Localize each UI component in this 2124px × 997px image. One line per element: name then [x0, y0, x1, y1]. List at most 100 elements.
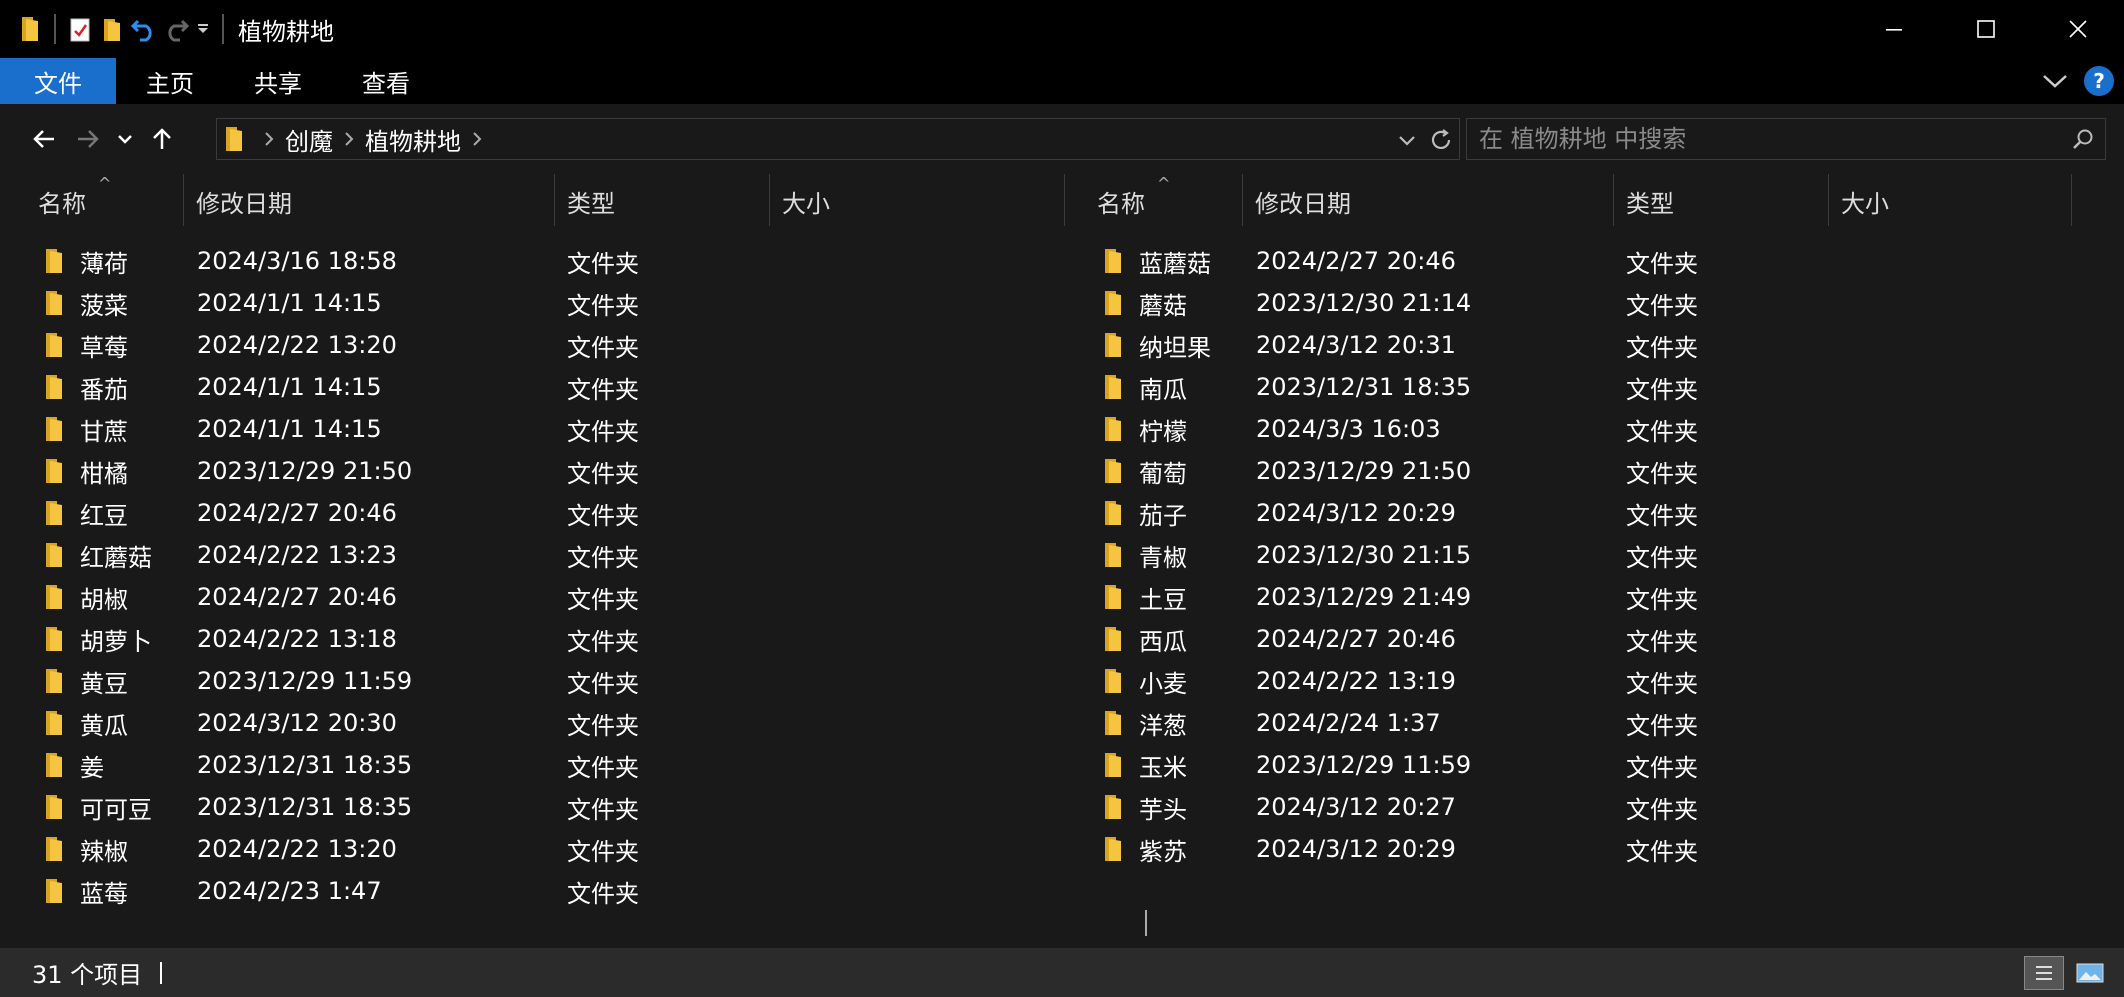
- chevron-right-icon[interactable]: [333, 131, 365, 147]
- file-row[interactable]: 胡萝卜 2024/2/22 13:18 文件夹: [37, 618, 1037, 660]
- redo-icon[interactable]: [160, 9, 192, 49]
- status-separator: [160, 961, 163, 984]
- file-row[interactable]: 红豆 2024/2/27 20:46 文件夹: [37, 492, 1037, 534]
- search-input[interactable]: [1467, 125, 2047, 153]
- file-row[interactable]: 可可豆 2023/12/31 18:35 文件夹: [37, 786, 1037, 828]
- expand-ribbon-button[interactable]: [2040, 66, 2070, 96]
- file-row[interactable]: 小麦 2024/2/22 13:19 文件夹: [1096, 660, 2096, 702]
- file-row[interactable]: 薄荷 2024/3/16 18:58 文件夹: [37, 240, 1037, 282]
- column-divider[interactable]: [1242, 174, 1243, 226]
- close-button[interactable]: [2032, 0, 2124, 58]
- file-row[interactable]: 茄子 2024/3/12 20:29 文件夹: [1096, 492, 2096, 534]
- file-row[interactable]: 甘蔗 2024/1/1 14:15 文件夹: [37, 408, 1037, 450]
- search-box[interactable]: [1466, 118, 2106, 160]
- file-row[interactable]: 蘑菇 2023/12/30 21:14 文件夹: [1096, 282, 2096, 324]
- column-header-name[interactable]: 名称: [1097, 174, 1145, 228]
- column-divider[interactable]: [1064, 174, 1065, 226]
- file-row[interactable]: 青椒 2023/12/30 21:15 文件夹: [1096, 534, 2096, 576]
- file-row[interactable]: 红蘑菇 2024/2/22 13:23 文件夹: [37, 534, 1037, 576]
- file-row[interactable]: 土豆 2023/12/29 21:49 文件夹: [1096, 576, 2096, 618]
- forward-button[interactable]: [66, 117, 110, 161]
- file-type: 文件夹: [1626, 627, 1698, 656]
- file-date: 2024/2/22 13:18: [197, 625, 397, 653]
- customize-toolbar-dropdown-icon[interactable]: [192, 9, 214, 49]
- file-row[interactable]: 蓝蘑菇 2024/2/27 20:46 文件夹: [1096, 240, 2096, 282]
- back-button[interactable]: [22, 117, 66, 161]
- column-divider[interactable]: [183, 174, 184, 226]
- address-history-button[interactable]: [1391, 134, 1423, 146]
- column-divider[interactable]: [2071, 174, 2072, 226]
- help-button[interactable]: ?: [2084, 66, 2114, 96]
- chevron-right-icon[interactable]: [461, 131, 493, 147]
- file-type: 文件夹: [1626, 501, 1698, 530]
- file-row[interactable]: 紫苏 2024/3/12 20:29 文件夹: [1096, 828, 2096, 870]
- file-row[interactable]: 柑橘 2023/12/29 21:50 文件夹: [37, 450, 1037, 492]
- folder-app-icon[interactable]: [14, 9, 46, 49]
- column-header-type[interactable]: 类型: [567, 174, 615, 228]
- file-type: 文件夹: [1626, 753, 1698, 782]
- file-date: 2023/12/29 11:59: [197, 667, 413, 695]
- column-header-date[interactable]: 修改日期: [196, 174, 292, 228]
- column-divider[interactable]: [554, 174, 555, 226]
- column-header-type[interactable]: 类型: [1626, 174, 1674, 228]
- file-row[interactable]: 姜 2023/12/31 18:35 文件夹: [37, 744, 1037, 786]
- recent-locations-button[interactable]: [110, 117, 140, 161]
- file-row[interactable]: 黄豆 2023/12/29 11:59 文件夹: [37, 660, 1037, 702]
- file-name: 柑橘: [80, 459, 128, 488]
- breadcrumb-item[interactable]: 创魔: [285, 122, 333, 157]
- tab-share[interactable]: 共享: [224, 58, 332, 104]
- refresh-button[interactable]: [1423, 128, 1459, 152]
- file-row[interactable]: 柠檬 2024/3/3 16:03 文件夹: [1096, 408, 2096, 450]
- folder-icon: [43, 282, 65, 324]
- column-header-size[interactable]: 大小: [1841, 174, 1889, 228]
- file-row[interactable]: 蓝莓 2024/2/23 1:47 文件夹: [37, 870, 1037, 912]
- column-divider[interactable]: [1613, 174, 1614, 226]
- large-icons-view-button[interactable]: [2070, 956, 2110, 990]
- details-view-button[interactable]: [2024, 956, 2064, 990]
- breadcrumb-item[interactable]: 植物耕地: [365, 122, 461, 157]
- file-name: 薄荷: [80, 249, 128, 278]
- file-type: 文件夹: [567, 249, 639, 278]
- file-type: 文件夹: [1626, 417, 1698, 446]
- new-folder-icon[interactable]: [96, 9, 128, 49]
- column-header-name[interactable]: 名称: [38, 174, 86, 228]
- column-header-size[interactable]: 大小: [782, 174, 830, 228]
- undo-icon[interactable]: [128, 9, 160, 49]
- maximize-button[interactable]: [1940, 0, 2032, 58]
- file-date: 2024/3/16 18:58: [197, 247, 397, 275]
- file-row[interactable]: 葡萄 2023/12/29 21:50 文件夹: [1096, 450, 2096, 492]
- file-row[interactable]: 菠菜 2024/1/1 14:15 文件夹: [37, 282, 1037, 324]
- search-icon[interactable]: [2071, 127, 2095, 155]
- tab-file[interactable]: 文件: [0, 58, 116, 104]
- file-date: 2024/2/27 20:46: [1256, 625, 1456, 653]
- file-row[interactable]: 玉米 2023/12/29 11:59 文件夹: [1096, 744, 2096, 786]
- file-row[interactable]: 胡椒 2024/2/27 20:46 文件夹: [37, 576, 1037, 618]
- file-type: 文件夹: [567, 459, 639, 488]
- file-row[interactable]: 西瓜 2024/2/27 20:46 文件夹: [1096, 618, 2096, 660]
- column-divider[interactable]: [1828, 174, 1829, 226]
- file-row[interactable]: 辣椒 2024/2/22 13:20 文件夹: [37, 828, 1037, 870]
- minimize-button[interactable]: [1848, 0, 1940, 58]
- file-row[interactable]: 南瓜 2023/12/31 18:35 文件夹: [1096, 366, 2096, 408]
- file-row[interactable]: 黄瓜 2024/3/12 20:30 文件夹: [37, 702, 1037, 744]
- file-type: 文件夹: [1626, 249, 1698, 278]
- tab-home[interactable]: 主页: [116, 58, 224, 104]
- properties-icon[interactable]: [64, 9, 96, 49]
- tab-view[interactable]: 查看: [332, 58, 440, 104]
- chevron-right-icon[interactable]: [253, 131, 285, 147]
- file-date: 2023/12/31 18:35: [1256, 373, 1472, 401]
- column-header-date[interactable]: 修改日期: [1255, 174, 1351, 228]
- file-row[interactable]: 芋头 2024/3/12 20:27 文件夹: [1096, 786, 2096, 828]
- sort-ascending-icon: ^: [1157, 174, 1171, 193]
- arrow-left-icon: [33, 130, 54, 148]
- file-row[interactable]: 纳坦果 2024/3/12 20:31 文件夹: [1096, 324, 2096, 366]
- address-bar-controls: [1391, 119, 1459, 161]
- file-row[interactable]: 洋葱 2024/2/24 1:37 文件夹: [1096, 702, 2096, 744]
- file-name: 姜: [80, 753, 104, 782]
- up-button[interactable]: [140, 117, 184, 161]
- file-row[interactable]: 草莓 2024/2/22 13:20 文件夹: [37, 324, 1037, 366]
- column-divider[interactable]: [769, 174, 770, 226]
- minimize-icon: [1886, 29, 1902, 31]
- file-row[interactable]: 番茄 2024/1/1 14:15 文件夹: [37, 366, 1037, 408]
- address-bar[interactable]: 创魔 植物耕地: [216, 118, 1460, 160]
